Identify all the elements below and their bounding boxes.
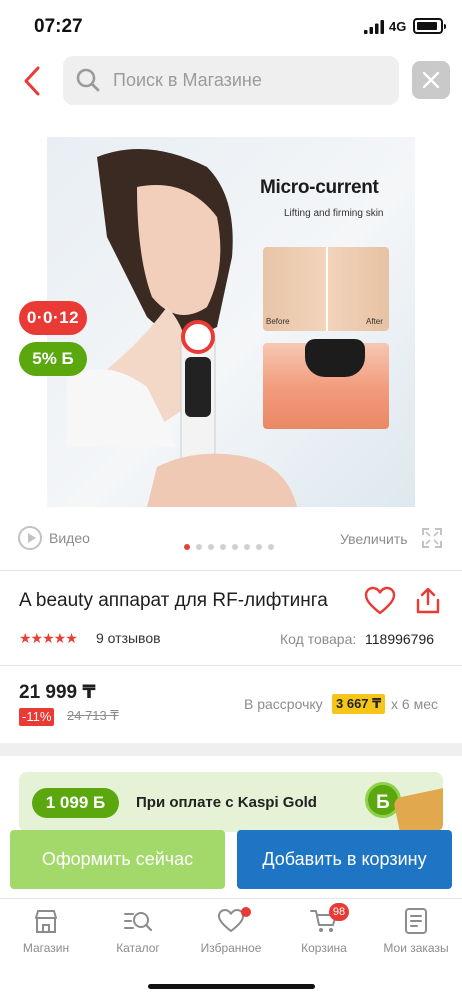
nav-item-favorites[interactable]: Избранное [186, 907, 276, 967]
pagination-dot[interactable] [232, 544, 238, 550]
nav-item-orders[interactable]: Мои заказы [371, 907, 461, 967]
discount-badge: -11% [19, 708, 55, 726]
checkout-now-button[interactable]: Оформить сейчас [10, 830, 225, 889]
nav-label-orders: Мои заказы [383, 941, 449, 955]
pagination-dot[interactable] [184, 544, 190, 550]
play-icon [18, 526, 42, 550]
network-type: 4G [389, 19, 407, 34]
old-price: 24 713 ₸ [67, 708, 119, 723]
nav-item-shop[interactable]: Магазин [1, 907, 91, 967]
pagination-dot[interactable] [244, 544, 250, 550]
cart-count-badge: 98 [329, 903, 349, 921]
heart-icon [364, 586, 396, 615]
installment-amount: 3 667 ₸ [332, 694, 386, 714]
home-indicator [148, 984, 315, 989]
bonus-badge: 5% Б [19, 342, 87, 376]
product-title: A beauty аппарат для RF-лифтинга [19, 590, 328, 611]
video-button[interactable]: Видео [18, 526, 108, 552]
pagination-dot[interactable] [268, 544, 274, 550]
zoom-label: Увеличить [340, 531, 408, 547]
expand-icon [422, 528, 442, 548]
close-icon [422, 71, 440, 89]
pagination-dot[interactable] [196, 544, 202, 550]
nav-label-catalog: Каталог [116, 941, 160, 955]
chevron-left-icon [24, 66, 40, 96]
status-time: 07:27 [34, 16, 83, 37]
current-price: 21 999 ₸ [19, 682, 96, 703]
pagination-dot[interactable] [256, 544, 262, 550]
image-title: Micro-current [260, 177, 379, 198]
reviews-link[interactable]: 9 отзывов [96, 630, 161, 646]
product-code-label: Код товара: [280, 631, 357, 647]
installment-term: х 6 мес [391, 696, 438, 712]
nav-item-cart[interactable]: 98 Корзина [279, 903, 369, 967]
kaspi-banner-text: При оплате с Kaspi Gold [136, 794, 317, 811]
video-label: Видео [49, 530, 90, 546]
signal-icon [364, 20, 384, 34]
search-input[interactable]: Поиск в Магазине [63, 56, 399, 105]
nav-label-shop: Магазин [22, 941, 70, 955]
shop-icon [35, 910, 57, 933]
battery-icon [413, 18, 446, 34]
after-label: After [366, 317, 383, 326]
kaspi-card-icon [392, 786, 443, 832]
share-button[interactable] [415, 586, 441, 616]
favorites-notification-dot [241, 907, 251, 917]
pagination-dot[interactable] [220, 544, 226, 550]
search-placeholder: Поиск в Магазине [113, 70, 262, 90]
product-image[interactable]: Micro-current Lifting and firming skin B… [47, 137, 415, 507]
kaspi-gold-banner[interactable]: 1 099 Б При оплате с Kaspi Gold Б [19, 772, 443, 832]
divider [0, 570, 462, 571]
device-head-photo [305, 339, 365, 377]
back-button[interactable] [20, 64, 48, 98]
kaspi-bonus-pill: 1 099 Б [32, 788, 119, 818]
favorite-button[interactable] [364, 586, 396, 616]
orders-icon [405, 908, 427, 934]
zoom-button[interactable]: Увеличить [340, 526, 444, 552]
installment-timer-badge: 0·0·12 [19, 301, 87, 335]
status-bar: 07:27 4G [0, 0, 462, 50]
rating-stars[interactable]: ★★★★★ [19, 630, 78, 647]
installment-label: В рассрочку [244, 696, 323, 712]
nav-label-favorites: Избранное [200, 941, 262, 955]
before-label: Before [266, 317, 290, 326]
image-subtitle: Lifting and firming skin [284, 208, 384, 219]
search-icon [76, 68, 100, 92]
catalog-icon [124, 912, 153, 932]
nav-item-catalog[interactable]: Каталог [93, 907, 183, 967]
add-to-cart-button[interactable]: Добавить в корзину [237, 830, 452, 889]
pagination-dot[interactable] [208, 544, 214, 550]
share-icon [416, 587, 440, 614]
nav-label-cart: Корзина [301, 941, 347, 955]
section-divider [0, 743, 462, 756]
product-code-value: 118996796 [365, 631, 435, 647]
model-face-illustration [67, 149, 233, 447]
divider [0, 665, 462, 666]
clear-search-button[interactable] [412, 61, 450, 99]
